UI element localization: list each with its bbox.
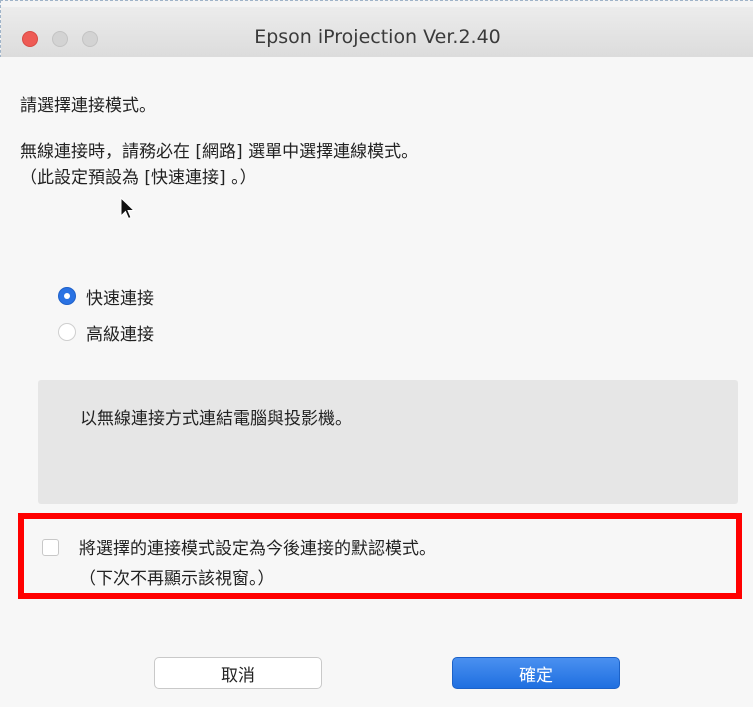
- radio-advanced-connection[interactable]: 高級連接: [58, 320, 154, 345]
- radio-label-quick: 快速連接: [86, 288, 154, 309]
- default-mode-highlight: 將選擇的連接模式設定為今後連接的默認模式。 （下次不再顯示該視窗。）: [18, 513, 742, 599]
- radio-selected-icon[interactable]: [58, 287, 76, 305]
- instruction-heading: 請選擇連接模式。: [20, 96, 156, 116]
- mode-description-text: 以無線連接方式連結電腦與投影機。: [80, 409, 352, 429]
- instruction-default-note: （此設定預設為 [快速連接] 。）: [20, 168, 257, 188]
- radio-unselected-icon[interactable]: [58, 323, 76, 341]
- mode-description-panel: 以無線連接方式連結電腦與投影機。: [38, 380, 738, 504]
- default-mode-checkbox-note: （下次不再顯示該視窗。）: [79, 569, 275, 589]
- instruction-wireless: 無線連接時，請務必在 [網路] 選單中選擇連線模式。: [20, 142, 419, 162]
- mouse-pointer-icon: [120, 197, 136, 220]
- title-bar: Epson iProjection Ver.2.40: [1, 7, 753, 58]
- radio-quick-connection[interactable]: 快速連接: [58, 284, 154, 309]
- default-mode-checkbox[interactable]: [42, 539, 59, 556]
- cancel-button[interactable]: 取消: [154, 657, 322, 689]
- radio-label-advanced: 高級連接: [86, 324, 154, 345]
- default-mode-checkbox-label[interactable]: 將選擇的連接模式設定為今後連接的默認模式。: [79, 534, 436, 559]
- ok-button[interactable]: 確定: [452, 657, 620, 689]
- window-title: Epson iProjection Ver.2.40: [254, 26, 501, 48]
